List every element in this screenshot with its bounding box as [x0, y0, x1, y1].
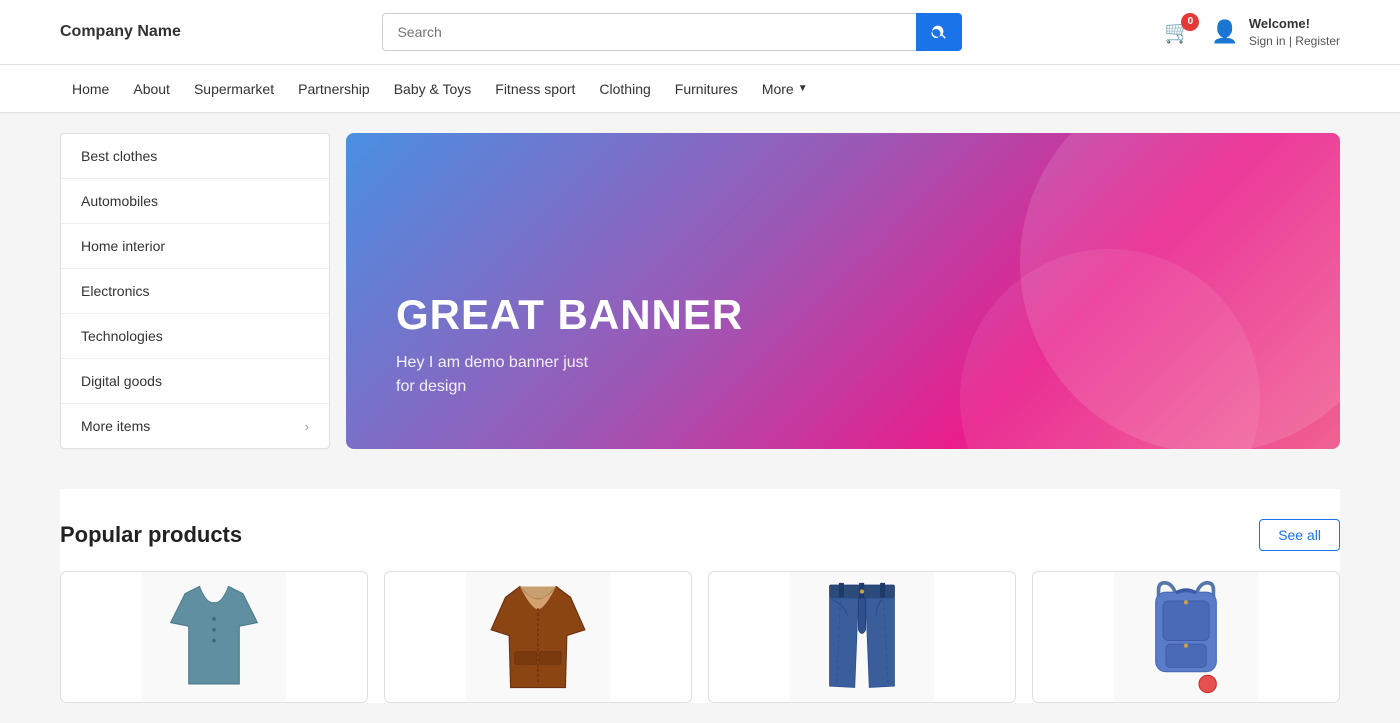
sidebar-label-more-items: More items: [81, 418, 150, 434]
nav-more-label: More: [762, 81, 794, 97]
header-right: 🛒 0 👤 Welcome! Sign in | Register: [1164, 15, 1340, 50]
sidebar-item-more-items[interactable]: More items ›: [61, 404, 329, 448]
nav-item-about[interactable]: About: [121, 67, 182, 111]
cart-badge: 0: [1181, 13, 1199, 31]
nav-item-clothing[interactable]: Clothing: [587, 67, 662, 111]
nav-item-more[interactable]: More ▼: [750, 67, 820, 111]
sidebar-label-best-clothes: Best clothes: [81, 148, 157, 164]
header: Company Name 🛒 0 👤 Welcome! Sign in | Re…: [0, 0, 1400, 65]
hero-section: Best clothes Automobiles Home interior E…: [60, 133, 1340, 449]
search-bar: [382, 13, 962, 51]
search-input[interactable]: [382, 13, 916, 51]
user-info: Welcome! Sign in | Register: [1249, 15, 1340, 50]
sidebar-item-best-clothes[interactable]: Best clothes: [61, 134, 329, 179]
sidebar: Best clothes Automobiles Home interior E…: [60, 133, 330, 449]
chevron-right-icon: ›: [305, 419, 309, 434]
sidebar-item-technologies[interactable]: Technologies: [61, 314, 329, 359]
nav-item-supermarket[interactable]: Supermarket: [182, 67, 286, 111]
products-grid: [60, 571, 1340, 703]
chevron-down-icon: ▼: [798, 83, 808, 94]
backpack-image: [1033, 572, 1339, 702]
jeans-image: [709, 572, 1015, 702]
signin-text[interactable]: Sign in | Register: [1249, 33, 1340, 50]
sidebar-item-electronics[interactable]: Electronics: [61, 269, 329, 314]
sidebar-item-home-interior[interactable]: Home interior: [61, 224, 329, 269]
nav-item-baby-toys[interactable]: Baby & Toys: [382, 67, 484, 111]
banner-subtitle: Hey I am demo banner justfor design: [396, 351, 743, 399]
sidebar-item-digital-goods[interactable]: Digital goods: [61, 359, 329, 404]
user-section[interactable]: 👤 Welcome! Sign in | Register: [1211, 15, 1340, 50]
nav-item-furnitures[interactable]: Furnitures: [663, 67, 750, 111]
search-icon: [930, 23, 948, 41]
section-header: Popular products See all: [60, 519, 1340, 551]
popular-products-section: Popular products See all: [60, 489, 1340, 703]
cart-button[interactable]: 🛒 0: [1164, 19, 1191, 45]
nav-item-home[interactable]: Home: [60, 67, 121, 111]
sidebar-label-home-interior: Home interior: [81, 238, 165, 254]
product-card-backpack[interactable]: [1032, 571, 1340, 703]
see-all-button[interactable]: See all: [1259, 519, 1340, 551]
banner-text-content: GREAT BANNER Hey I am demo banner justfo…: [396, 291, 743, 399]
sidebar-label-digital-goods: Digital goods: [81, 373, 162, 389]
company-logo: Company Name: [60, 23, 181, 41]
sidebar-label-technologies: Technologies: [81, 328, 163, 344]
sidebar-item-automobiles[interactable]: Automobiles: [61, 179, 329, 224]
hero-banner: GREAT BANNER Hey I am demo banner justfo…: [346, 133, 1340, 449]
user-icon: 👤: [1211, 19, 1238, 45]
jacket-image: [385, 572, 691, 702]
search-button[interactable]: [916, 13, 962, 51]
main-content: Best clothes Automobiles Home interior E…: [0, 113, 1400, 723]
sidebar-label-electronics: Electronics: [81, 283, 149, 299]
product-image-backpack: [1033, 572, 1339, 702]
product-card-jacket[interactable]: [384, 571, 692, 703]
product-image-jeans: [709, 572, 1015, 702]
nav-item-partnership[interactable]: Partnership: [286, 67, 382, 111]
welcome-text: Welcome!: [1249, 15, 1340, 33]
product-card-shirt[interactable]: [60, 571, 368, 703]
shirt-image: [61, 572, 367, 702]
product-image-shirt: [61, 572, 367, 702]
nav-item-fitness[interactable]: Fitness sport: [483, 67, 587, 111]
popular-products-title: Popular products: [60, 522, 242, 548]
product-card-jeans[interactable]: [708, 571, 1016, 703]
navbar: Home About Supermarket Partnership Baby …: [0, 65, 1400, 113]
banner-title: GREAT BANNER: [396, 291, 743, 339]
product-image-jacket: [385, 572, 691, 702]
sidebar-label-automobiles: Automobiles: [81, 193, 158, 209]
